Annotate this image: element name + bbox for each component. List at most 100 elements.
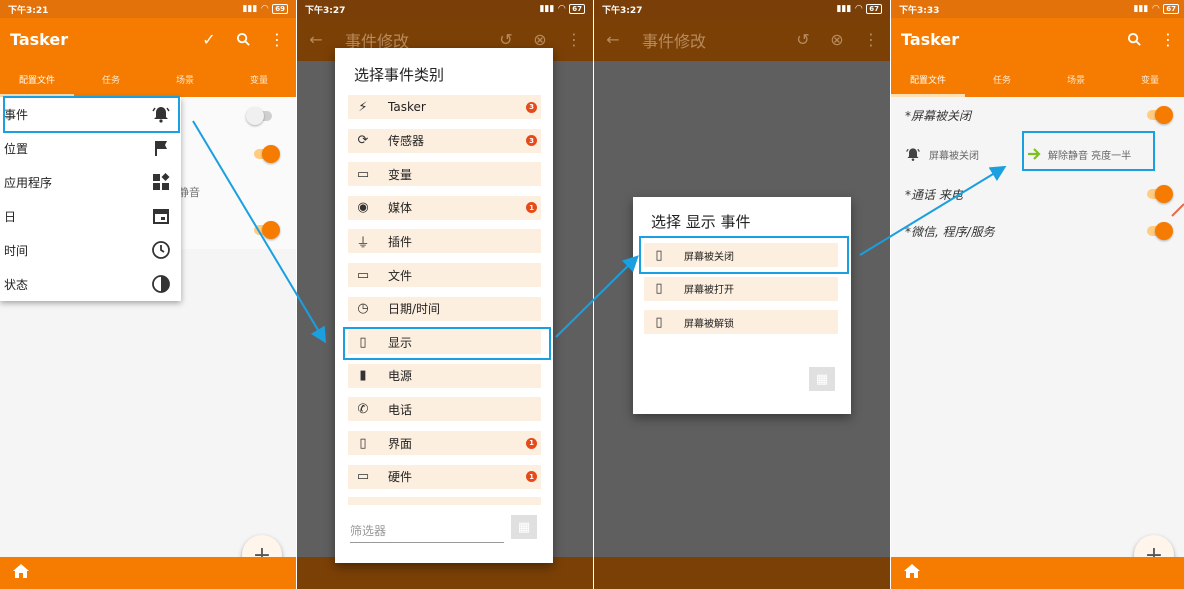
grid-icon[interactable]: ▦	[809, 367, 835, 391]
tab-tasks[interactable]: 任务	[965, 61, 1039, 97]
battery-icon: 67	[866, 4, 882, 14]
panel-profile-result: 下午3:33 ▮▮▮ ◠ 67 Tasker ⋮ 配置文件 任务 场景 变量 *屏幕…	[891, 0, 1184, 589]
category-label: 电话	[388, 402, 413, 417]
tab-variables[interactable]: 变量	[1113, 61, 1184, 97]
tab-profiles[interactable]: 配置文件	[0, 61, 74, 97]
status-time: 下午3:27	[305, 5, 346, 16]
app-title: 事件修改	[642, 31, 707, 51]
flag-icon	[151, 138, 171, 158]
check-icon[interactable]: ✓	[200, 30, 218, 49]
wifi-icon: ◠	[1152, 4, 1160, 14]
menu-item-label: 日	[4, 209, 17, 224]
status-time: 下午3:33	[899, 5, 940, 16]
event-item[interactable]: ▯ 屏幕被打开	[644, 276, 838, 301]
tab-scenes[interactable]: 场景	[1039, 61, 1113, 97]
status-bar: 下午3:33 ▮▮▮ ◠ 67	[891, 0, 1184, 18]
app-bar: ← 事件修改 ↺ ⊗ ⋮	[594, 18, 890, 61]
profile-toggle[interactable]	[254, 221, 280, 239]
tag-icon: ▭	[356, 166, 370, 182]
cancel-icon[interactable]: ⊗	[531, 30, 549, 49]
status-time: 下午3:27	[602, 5, 643, 16]
phone-icon: ▯	[655, 314, 663, 330]
menu-item-label: 位置	[4, 141, 29, 156]
profile-detail-fragment: 静音	[178, 186, 200, 199]
category-label: 日期/时间	[388, 302, 441, 317]
tab-scenes[interactable]: 场景	[148, 61, 222, 97]
count-badge: 1	[526, 437, 537, 449]
back-arrow-icon[interactable]: ←	[604, 30, 622, 49]
grid-icon[interactable]: ▦	[511, 515, 537, 539]
category-item[interactable]: ⚡ Tasker 3	[348, 95, 541, 119]
phone-call-icon: ✆	[357, 401, 369, 417]
tab-profiles[interactable]: 配置文件	[891, 61, 965, 97]
count-badge: 1	[526, 471, 537, 483]
home-icon[interactable]	[12, 563, 30, 584]
profile-toggle[interactable]	[246, 107, 272, 125]
laptop-icon: ▭	[356, 469, 370, 485]
panel-event-category: 下午3:27 ▮▮▮ ◠ 67 ← 事件修改 ↺ ⊗ ⋮ 选择事件类别 ⚡ Taske…	[297, 0, 593, 589]
back-arrow-icon[interactable]: ←	[307, 30, 325, 49]
dialog-title: 选择事件类别	[354, 66, 445, 84]
count-badge: 3	[526, 101, 537, 113]
app-title: Tasker	[10, 30, 69, 49]
category-item[interactable]: ✆ 电话	[348, 397, 541, 422]
bell-icon	[905, 146, 921, 162]
menu-item-day[interactable]: 日	[0, 199, 181, 233]
tab-variables[interactable]: 变量	[222, 61, 296, 97]
contrast-icon	[151, 274, 171, 294]
status-bar: 下午3:27 ▮▮▮ ◠ 67	[594, 0, 890, 18]
undo-icon[interactable]: ↺	[497, 30, 515, 49]
status-bar: 下午3:21 ▮▮▮ ◠ 69	[0, 0, 296, 18]
folder-icon: ▭	[356, 267, 370, 283]
wifi-icon: ◠	[261, 4, 269, 14]
count-badge: 3	[526, 135, 537, 147]
category-dialog: 选择事件类别 ⚡ Tasker 3 ⟳ 传感器 3 ▭ 变量 ◉ 媒体 1 ⏚ 插件 ▭ 文件 ◷ 日期/时间 ▯…	[335, 48, 553, 563]
battery-icon: 69	[272, 4, 288, 14]
category-item[interactable]: ▭ 硬件 1	[348, 464, 541, 489]
category-item[interactable]: ◉ 媒体 1	[348, 195, 541, 220]
category-item[interactable]: ▯ 界面 1	[348, 431, 541, 455]
profile-toggle[interactable]	[1147, 106, 1173, 124]
app-title: Tasker	[901, 30, 960, 49]
menu-item-state[interactable]: 状态	[0, 267, 181, 301]
rotate-icon: ⟳	[357, 133, 369, 149]
profile-name: *屏幕被关闭	[905, 108, 972, 123]
profile-row-incoming-call[interactable]: *通话 来电	[891, 176, 1184, 212]
profile-toggle[interactable]	[1147, 185, 1173, 203]
signal-icon: ▮▮▮	[1133, 4, 1149, 14]
profile-toggle[interactable]	[1147, 222, 1173, 240]
event-item[interactable]: ▯ 屏幕被解锁	[644, 310, 838, 334]
more-icon[interactable]: ⋮	[565, 30, 583, 49]
more-icon[interactable]: ⋮	[268, 30, 286, 49]
category-item[interactable]: ▭ 文件	[348, 263, 541, 287]
bottom-bar	[0, 557, 296, 589]
category-item[interactable]: ⟳ 传感器 3	[348, 128, 541, 153]
menu-item-time[interactable]: 时间	[0, 233, 181, 267]
category-item[interactable]: ◷ 日期/时间	[348, 296, 541, 321]
menu-item-location[interactable]: 位置	[0, 131, 181, 165]
cancel-icon[interactable]: ⊗	[828, 30, 846, 49]
category-item[interactable]: ▭ 变量	[348, 162, 541, 187]
menu-item-application[interactable]: 应用程序	[0, 165, 181, 199]
category-item[interactable]: ⏚ 插件	[348, 229, 541, 254]
context-label: 屏幕被关闭	[929, 150, 979, 162]
profile-row-screen-off[interactable]: *屏幕被关闭	[891, 97, 1184, 133]
panel-profile-menu: 下午3:21 ▮▮▮ ◠ 69 Tasker ✓ ⋮ 配置文件 任务 场景 变量 静…	[0, 0, 296, 589]
home-icon[interactable]	[903, 563, 921, 584]
count-badge: 1	[526, 202, 537, 214]
filter-input[interactable]: 筛选器	[350, 522, 504, 543]
search-icon[interactable]	[234, 32, 252, 47]
category-label: 变量	[388, 167, 413, 182]
more-icon[interactable]: ⋮	[862, 30, 880, 49]
category-label: 文件	[388, 268, 413, 283]
undo-icon[interactable]: ↺	[794, 30, 812, 49]
battery-icon: 67	[1163, 4, 1179, 14]
search-icon[interactable]	[1125, 32, 1143, 47]
battery-icon: 67	[569, 4, 585, 14]
dialog-title: 选择 显示 事件	[651, 213, 751, 231]
profile-toggle[interactable]	[254, 145, 280, 163]
profile-row-wechat[interactable]: *微信, 程序/服务	[891, 213, 1184, 249]
tab-tasks[interactable]: 任务	[74, 61, 148, 97]
more-icon[interactable]: ⋮	[1159, 30, 1177, 49]
category-item[interactable]: ▮ 电源	[348, 363, 541, 388]
